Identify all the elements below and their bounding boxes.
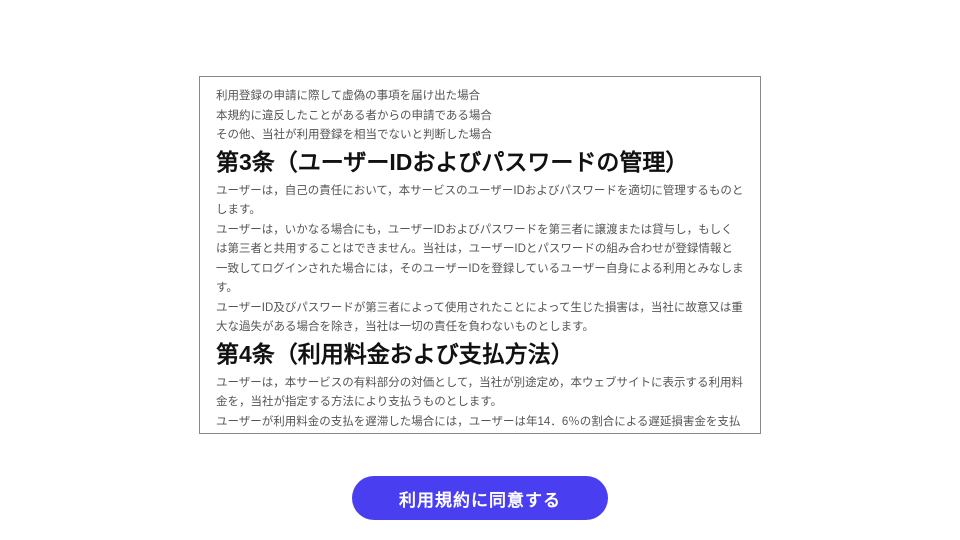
terms-heading: 第3条（ユーザーIDおよびパスワードの管理） <box>216 148 744 178</box>
terms-heading: 第4条（利用料金および支払方法） <box>216 340 744 370</box>
terms-line: ユーザーID及びパスワードが第三者によって使用されたことによって生じた損害は，当… <box>216 299 744 338</box>
terms-line: ユーザーは，本サービスの有料部分の対価として，当社が別途定め，本ウェブサイトに表… <box>216 374 744 413</box>
terms-scroll-box[interactable]: 利用登録の申請に際して虚偽の事項を届け出た場合本規約に違反したことがある者からの… <box>199 76 761 434</box>
terms-content: 利用登録の申請に際して虚偽の事項を届け出た場合本規約に違反したことがある者からの… <box>216 87 744 434</box>
terms-line: 本規約に違反したことがある者からの申請である場合 <box>216 107 744 127</box>
terms-line: その他、当社が利用登録を相当でないと判断した場合 <box>216 126 744 146</box>
terms-line: ユーザーが利用料金の支払を遅滞した場合には，ユーザーは年14．6％の割合による遅… <box>216 413 744 434</box>
terms-line: ユーザーは，自己の責任において，本サービスのユーザーIDおよびパスワードを適切に… <box>216 182 744 221</box>
terms-line: 利用登録の申請に際して虚偽の事項を届け出た場合 <box>216 87 744 107</box>
agree-button[interactable]: 利用規約に同意する <box>352 476 608 520</box>
terms-line: ユーザーは，いかなる場合にも，ユーザーIDおよびパスワードを第三者に譲渡または貸… <box>216 221 744 299</box>
